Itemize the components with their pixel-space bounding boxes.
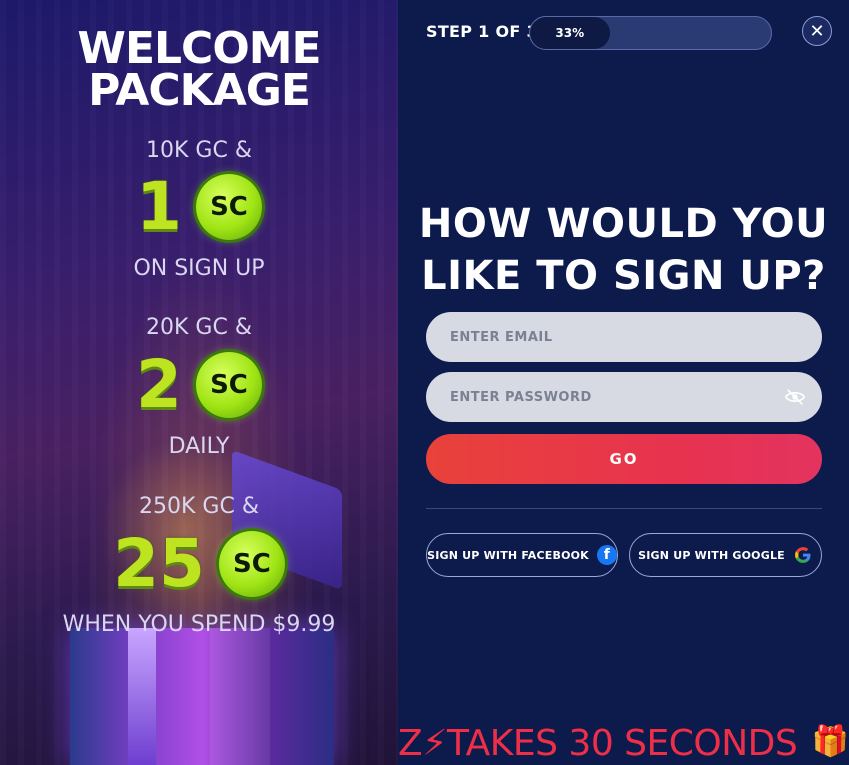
tier3-number: 25: [113, 525, 205, 602]
signup-modal: WELCOME PACKAGE 10K GC & 1 SC ON SIGN UP…: [0, 0, 849, 765]
gift-box-image: [70, 628, 334, 765]
tier3-top: 250K GC &: [139, 494, 259, 519]
tier3-amount: 25 SC: [0, 531, 398, 597]
tier1-bottom: ON SIGN UP: [133, 256, 265, 281]
step-indicator: STEP 1 OF 3: [426, 22, 538, 41]
tier1-amount: 1 SC: [0, 174, 398, 240]
eye-slash-icon[interactable]: [784, 386, 806, 408]
password-field[interactable]: [448, 388, 822, 406]
email-field[interactable]: [448, 328, 822, 346]
heading-line-2: LIKE TO SIGN UP?: [421, 253, 826, 299]
heading-line-1: HOW WOULD YOU: [418, 201, 829, 247]
password-field-wrapper: [426, 372, 822, 422]
title-line-1: WELCOME: [77, 23, 321, 74]
signup-form-panel: STEP 1 OF 3 33% ✕ HOW WOULD YOU LIKE TO …: [398, 0, 849, 765]
tier2-bottom: DAILY: [168, 434, 230, 459]
tier2-amount: 2 SC: [0, 352, 398, 418]
tier3-bottom: WHEN YOU SPEND $9.99: [62, 612, 336, 637]
sc-coin-icon: SC: [195, 352, 262, 418]
sc-coin-icon: SC: [218, 531, 285, 597]
tier1-top: 10K GC &: [146, 138, 252, 163]
welcome-title: WELCOME PACKAGE: [0, 23, 398, 116]
facebook-icon: f: [596, 545, 617, 565]
gift-icon: 🎁: [811, 724, 849, 759]
welcome-promo-panel: WELCOME PACKAGE 10K GC & 1 SC ON SIGN UP…: [0, 0, 398, 765]
tier2-top: 20K GC &: [146, 315, 252, 340]
divider: [426, 508, 822, 509]
promo-ticker: Z⚡TAKES 30 SECONDS: [398, 723, 798, 764]
email-field-wrapper: [426, 312, 822, 362]
signup-heading: HOW WOULD YOU LIKE TO SIGN UP?: [398, 198, 849, 302]
google-signup-button[interactable]: SIGN UP WITH GOOGLE: [629, 533, 822, 577]
title-line-2: PACKAGE: [88, 65, 311, 116]
google-icon: [794, 547, 811, 563]
tier2-number: 2: [136, 346, 182, 423]
progress-fill: 33%: [530, 17, 610, 49]
close-icon: ✕: [809, 20, 825, 42]
sc-coin-icon: SC: [195, 174, 262, 240]
facebook-signup-button[interactable]: SIGN UP WITH FACEBOOK f: [426, 533, 618, 577]
go-button[interactable]: GO: [426, 434, 822, 484]
progress-bar: 33%: [529, 16, 772, 50]
google-signup-label: SIGN UP WITH GOOGLE: [638, 548, 785, 562]
close-button[interactable]: ✕: [802, 16, 832, 46]
tier1-number: 1: [136, 168, 182, 245]
facebook-signup-label: SIGN UP WITH FACEBOOK: [427, 548, 589, 562]
